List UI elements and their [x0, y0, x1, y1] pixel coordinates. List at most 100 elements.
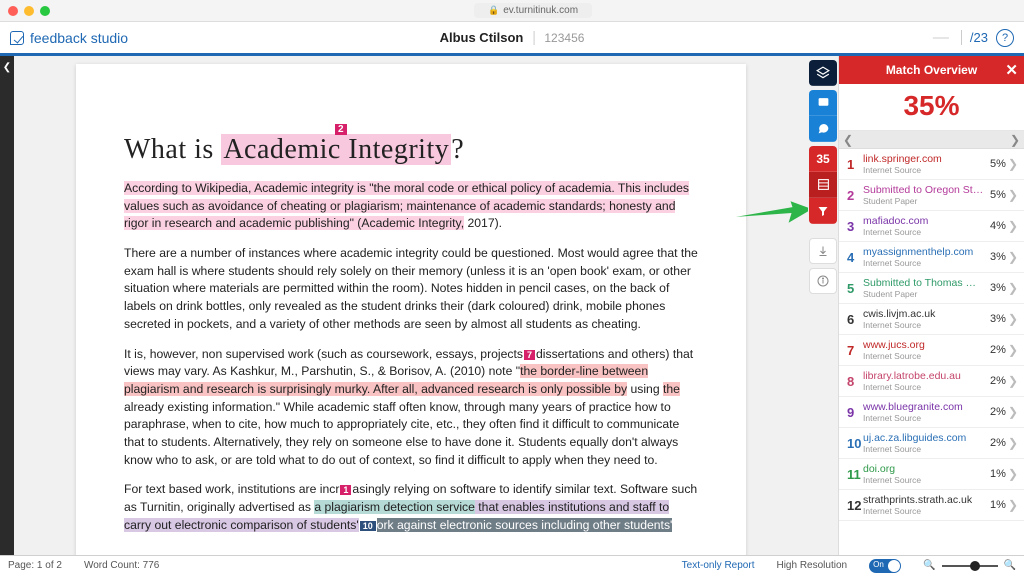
chevron-right-icon: ❯ [1008, 467, 1018, 481]
match-percent: 2% [990, 344, 1006, 356]
match-num: 12 [847, 498, 863, 513]
match-num: 2 [847, 188, 863, 203]
match-row[interactable]: 3mafiadoc.comInternet Source4%❯ [839, 211, 1024, 242]
match-percent: 3% [990, 282, 1006, 294]
download-button[interactable] [809, 238, 837, 264]
match-row[interactable]: 10uj.ac.za.libguides.comInternet Source2… [839, 428, 1024, 459]
match-row[interactable]: 2Submitted to Oregon St…Student Paper5%❯ [839, 180, 1024, 211]
match-num: 5 [847, 281, 863, 296]
match-percent: 5% [990, 158, 1006, 170]
match-row[interactable]: 7www.jucs.orgInternet Source2%❯ [839, 335, 1024, 366]
p3-a: It is, however, non supervised work (suc… [124, 347, 523, 361]
info-button[interactable] [809, 268, 837, 294]
match-row[interactable]: 11doi.orgInternet Source1%❯ [839, 459, 1024, 490]
zoom-in-icon[interactable]: 🔍 [1004, 560, 1016, 571]
match-row[interactable]: 12strathprints.strath.ac.ukInternet Sour… [839, 490, 1024, 521]
match-marker-7[interactable]: 7 [524, 350, 535, 360]
match-source-name: link.springer.com [863, 153, 990, 165]
match-source-name: cwis.livjm.ac.uk [863, 308, 990, 320]
comments-button[interactable] [809, 116, 837, 142]
match-panel-title: Match Overview [886, 63, 977, 77]
thumbnail-rail[interactable]: ❮ [0, 56, 14, 555]
layers-button[interactable] [809, 60, 837, 86]
match-row[interactable]: 1link.springer.comInternet Source5%❯ [839, 149, 1024, 180]
chevron-right-icon: ❯ [1008, 281, 1018, 295]
p3-f: already existing information." While aca… [124, 400, 679, 467]
match-source-type: Student Paper [863, 196, 990, 206]
match-source-type: Internet Source [863, 413, 990, 423]
match-row[interactable]: 9www.bluegranite.comInternet Source2%❯ [839, 397, 1024, 428]
p1-hl-a: According to Wikipedia, Academic integri… [124, 181, 615, 195]
close-icon[interactable]: ✕ [1005, 61, 1018, 79]
paragraph-1: According to Wikipedia, Academic integri… [124, 180, 698, 233]
match-source-type: Internet Source [863, 444, 990, 454]
text-only-report-link[interactable]: Text-only Report [682, 560, 755, 571]
match-list: 1link.springer.comInternet Source5%❯2Sub… [839, 149, 1024, 555]
match-marker-1[interactable]: 1 [340, 485, 351, 495]
match-marker-10[interactable]: 10 [360, 521, 376, 531]
chevron-right-icon: ❯ [1008, 343, 1018, 357]
match-row[interactable]: 5Submitted to Thomas …Student Paper3%❯ [839, 273, 1024, 304]
toggle-state: On [873, 560, 884, 569]
match-source-name: myassignmenthelp.com [863, 246, 990, 258]
quickmarks-button[interactable] [809, 90, 837, 116]
page-indicator: Page: 1 of 2 [8, 560, 62, 571]
student-id: 123456 [533, 31, 584, 45]
similarity-score: 35% [839, 84, 1024, 131]
paragraph-3: It is, however, non supervised work (suc… [124, 346, 698, 470]
document-viewport[interactable]: 2 What is Academic Integrity? According … [14, 56, 808, 555]
match-marker-2[interactable]: 2 [335, 124, 347, 135]
p4-hl-f: ork against electronic sources including… [377, 518, 673, 532]
p4-hl-d: that enables institutions and staff [475, 500, 656, 514]
match-overview-panel: Match Overview ✕ 35% ❮ ❯ 1link.springer.… [838, 56, 1024, 555]
main-area: ❮ 2 What is Academic Integrity? Accordin… [0, 56, 1024, 555]
zoom-control[interactable]: 🔍 🔍 [923, 560, 1016, 571]
match-row[interactable]: 8library.latrobe.edu.auInternet Source2%… [839, 366, 1024, 397]
match-row[interactable]: 4myassignmenthelp.comInternet Source3%❯ [839, 242, 1024, 273]
match-source-type: Student Paper [863, 289, 990, 299]
doc-title: What is Academic Integrity? [124, 134, 698, 166]
match-source-name: strathprints.strath.ac.uk [863, 494, 990, 506]
brand[interactable]: feedback studio [10, 30, 128, 46]
brand-label: feedback studio [30, 30, 128, 46]
word-count: Word Count: 776 [84, 560, 159, 571]
paragraph-4: For text based work, institutions are in… [124, 481, 698, 534]
match-row[interactable]: 6cwis.livjm.ac.ukInternet Source3%❯ [839, 304, 1024, 335]
high-res-toggle[interactable]: On [869, 559, 901, 573]
chevron-right-icon: ❯ [1008, 219, 1018, 233]
match-source-type: Internet Source [863, 227, 990, 237]
address-bar[interactable]: 🔒 ev.turnitinuk.com [50, 3, 1016, 18]
all-sources-button[interactable] [809, 172, 837, 198]
match-percent: 5% [990, 189, 1006, 201]
p4-hl-c: a plagiarism detection service [314, 500, 475, 514]
zoom-out-icon[interactable]: 🔍 [923, 560, 935, 571]
window-controls [8, 6, 50, 16]
match-source-type: Internet Source [863, 320, 990, 330]
chevron-right-icon: ❯ [1008, 157, 1018, 171]
match-source-name: www.jucs.org [863, 339, 990, 351]
close-window-icon[interactable] [8, 6, 18, 16]
next-match-icon[interactable]: ❯ [1010, 133, 1020, 147]
url-text: ev.turnitinuk.com [503, 5, 578, 16]
page-current[interactable]: — [929, 29, 953, 47]
match-source-type: Internet Source [863, 258, 990, 268]
prev-match-icon[interactable]: ❮ [843, 133, 853, 147]
match-num: 11 [847, 467, 863, 482]
help-icon[interactable]: ? [996, 29, 1014, 47]
side-toolbar: 35 [808, 56, 838, 555]
match-percent: 2% [990, 375, 1006, 387]
similarity-score-button[interactable]: 35 [809, 146, 837, 172]
match-percent: 1% [990, 468, 1006, 480]
document-page: 2 What is Academic Integrity? According … [76, 64, 746, 555]
match-source-name: doi.org [863, 463, 990, 475]
minimize-window-icon[interactable] [24, 6, 34, 16]
zoom-slider[interactable] [942, 565, 998, 567]
match-panel-header: Match Overview ✕ [839, 56, 1024, 84]
filter-button[interactable] [809, 198, 837, 224]
high-res-label: High Resolution [776, 560, 847, 571]
match-source-type: Internet Source [863, 165, 990, 175]
match-nav: ❮ ❯ [839, 131, 1024, 149]
match-source-name: mafiadoc.com [863, 215, 990, 227]
student-name: Albus Ctilson [440, 30, 524, 45]
maximize-window-icon[interactable] [40, 6, 50, 16]
